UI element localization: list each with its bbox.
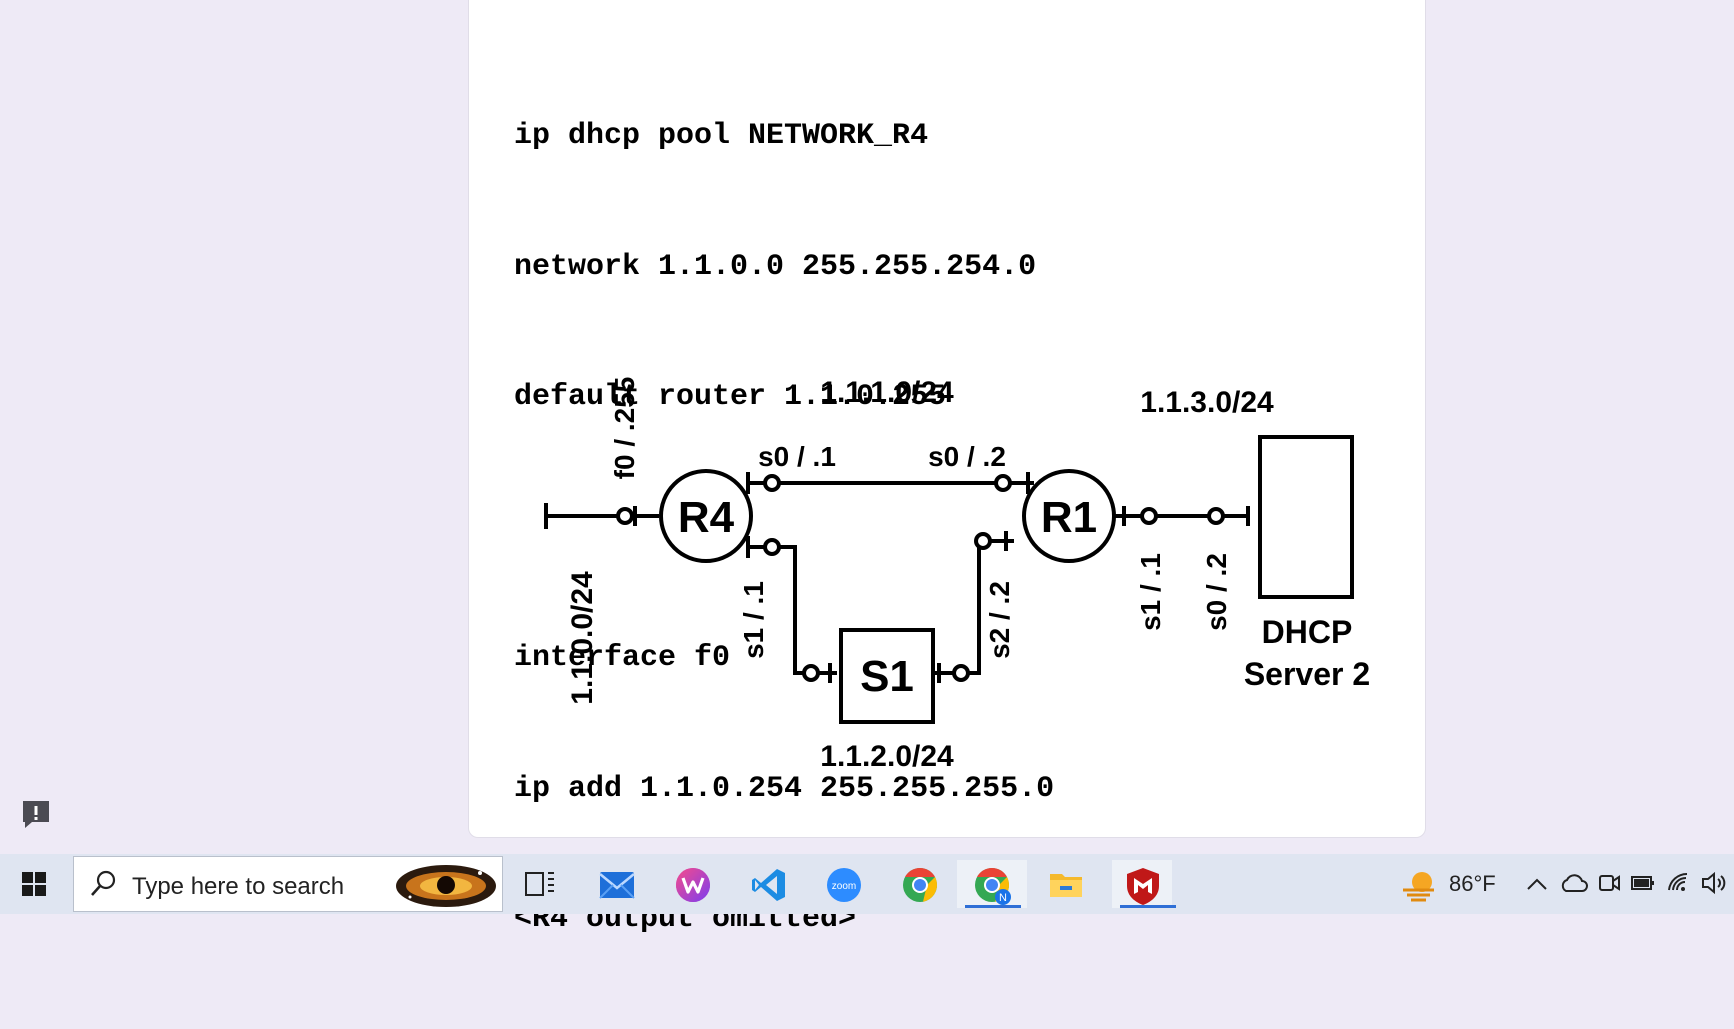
volume-icon[interactable] xyxy=(1700,870,1728,896)
if-s1-s2: s2 / .2 xyxy=(984,581,1015,659)
file-explorer-button[interactable] xyxy=(1037,860,1093,908)
task-view-icon xyxy=(525,872,554,896)
zoom-label: zoom xyxy=(832,881,856,892)
if-dhcp-s0: s0 / .2 xyxy=(1201,553,1232,631)
feedback-icon[interactable] xyxy=(20,798,52,830)
task-view-button[interactable] xyxy=(512,860,568,908)
net-bottom-label: 1.1.2.0/24 xyxy=(820,740,954,773)
if-r4-f0: f0 / .255 xyxy=(609,377,640,480)
net-left-label: 1.1.0.0/24 xyxy=(566,571,599,705)
net-right-label: 1.1.3.0/24 xyxy=(1140,386,1274,419)
search-placeholder: Type here to search xyxy=(132,873,345,900)
weather-temperature[interactable]: 86°F xyxy=(1449,871,1496,897)
active-app-indicator xyxy=(1120,905,1176,908)
if-r4-s0: s0 / .1 xyxy=(758,441,836,472)
vscode-icon xyxy=(752,869,785,901)
chrome-icon xyxy=(903,868,937,902)
dhcp-label-line2: Server 2 xyxy=(1244,656,1370,692)
zoom-button[interactable]: zoom xyxy=(815,860,871,908)
taskbar-search-box[interactable]: Type here to search xyxy=(73,856,503,912)
dhcp-server-2 xyxy=(1258,435,1354,599)
weather-icon[interactable] xyxy=(1400,868,1440,902)
dhcp-label-line1: DHCP xyxy=(1262,614,1353,650)
wps-office-button[interactable] xyxy=(664,860,720,908)
taskbar: Type here to search zoom N 86°F xyxy=(0,854,1734,914)
if-r1-s0: s0 / .2 xyxy=(928,441,1006,472)
mcafee-icon xyxy=(1127,868,1159,905)
wps-office-icon xyxy=(676,868,710,902)
content-card: ip dhcp pool NETWORK_R4 network 1.1.0.0 … xyxy=(468,0,1426,936)
chrome-profile-icon: N xyxy=(975,868,1011,905)
chrome-button[interactable] xyxy=(891,860,947,908)
mail-icon xyxy=(599,872,635,899)
wifi-icon[interactable] xyxy=(1666,870,1692,894)
zoom-icon: zoom xyxy=(827,868,861,902)
code-line: network 1.1.0.0 255.255.254.0 xyxy=(514,249,1037,284)
if-r1-s1: s1 / .1 xyxy=(1135,553,1166,631)
chrome-profile-badge: N xyxy=(999,892,1007,904)
battery-icon[interactable] xyxy=(1630,873,1656,893)
meet-camera-icon[interactable] xyxy=(1597,871,1621,895)
search-highlight-image-icon xyxy=(396,865,496,907)
r1-label: R1 xyxy=(1041,493,1097,542)
vscode-button[interactable] xyxy=(740,860,796,908)
windows-start-icon[interactable] xyxy=(14,866,54,902)
network-diagram: R4 R1 S1 DHCP Server 2 1.1.1.0/24 1.1.3.… xyxy=(544,376,1370,773)
if-r4-s1: s1 / .1 xyxy=(738,581,769,659)
onedrive-cloud-icon[interactable] xyxy=(1558,872,1588,894)
r4-label: R4 xyxy=(678,493,735,542)
active-app-indicator xyxy=(965,905,1021,908)
mcafee-button[interactable] xyxy=(1112,860,1176,908)
file-explorer-icon xyxy=(1050,874,1082,897)
chrome-profile-button[interactable]: N xyxy=(957,860,1027,908)
s1-label: S1 xyxy=(860,652,914,701)
search-icon xyxy=(91,870,116,896)
chevron-up-icon[interactable] xyxy=(1526,876,1548,892)
code-line: ip dhcp pool NETWORK_R4 xyxy=(514,119,929,153)
net-top-label: 1.1.1.0/24 xyxy=(820,376,954,409)
mail-app-button[interactable] xyxy=(588,860,644,908)
